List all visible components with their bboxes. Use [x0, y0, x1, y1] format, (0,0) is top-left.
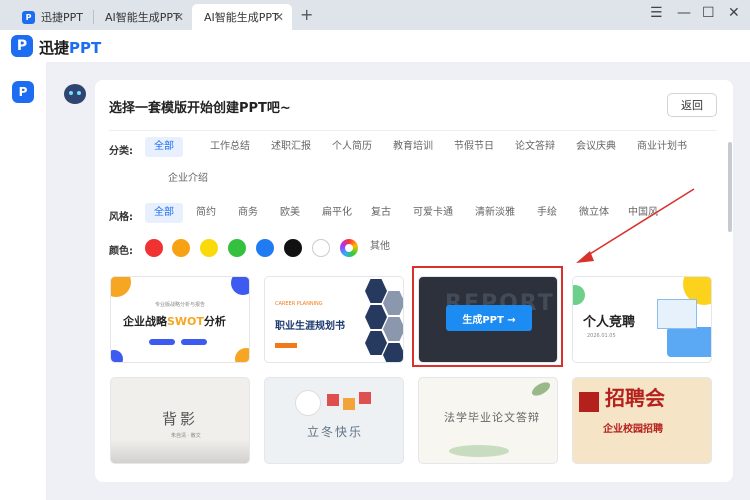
annotation-arrow-line [584, 188, 695, 258]
annotation-arrow [576, 188, 695, 263]
